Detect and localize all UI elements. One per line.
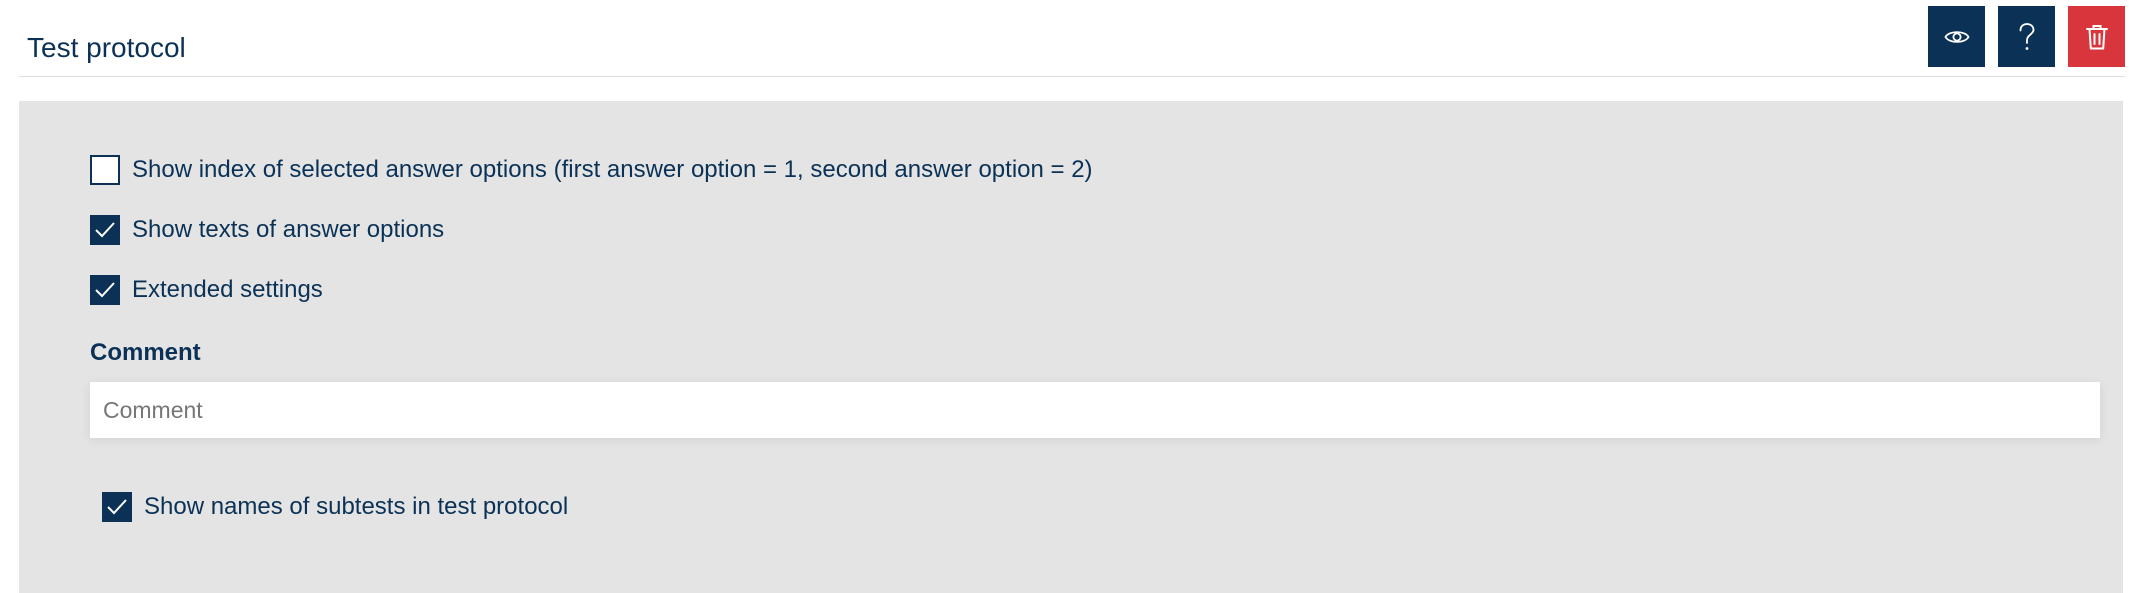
header-toolbar [1915, 6, 2125, 67]
show-subtest-names-label[interactable]: Show names of subtests in test protocol [144, 493, 568, 521]
extended-settings-label[interactable]: Extended settings [132, 276, 323, 304]
show-texts-label[interactable]: Show texts of answer options [132, 216, 444, 244]
comment-input[interactable] [90, 382, 2100, 438]
section-header: Test protocol [19, 0, 2125, 77]
show-subtest-names-checkbox[interactable] [102, 492, 132, 522]
option-show-subtest-names-row: Show names of subtests in test protocol [102, 492, 568, 522]
option-show-texts-row: Show texts of answer options [90, 215, 444, 245]
option-extended-settings-row: Extended settings [90, 275, 323, 305]
preview-button[interactable] [1928, 6, 1985, 67]
checkmark-icon [95, 222, 115, 238]
settings-panel: Show index of selected answer options (f… [19, 101, 2123, 593]
checkmark-icon [95, 282, 115, 298]
show-index-checkbox[interactable] [90, 155, 120, 185]
section-title: Test protocol [27, 32, 186, 63]
help-button[interactable] [1998, 6, 2055, 67]
extended-settings-checkbox[interactable] [90, 275, 120, 305]
checkmark-icon [107, 499, 127, 515]
question-icon [2019, 22, 2034, 50]
show-texts-checkbox[interactable] [90, 215, 120, 245]
eye-icon [1943, 30, 1970, 43]
show-index-label[interactable]: Show index of selected answer options (f… [132, 156, 1093, 184]
option-show-index-row: Show index of selected answer options (f… [90, 155, 1093, 185]
comment-label: Comment [90, 339, 201, 366]
trash-icon [2085, 24, 2108, 49]
delete-button[interactable] [2068, 6, 2125, 67]
